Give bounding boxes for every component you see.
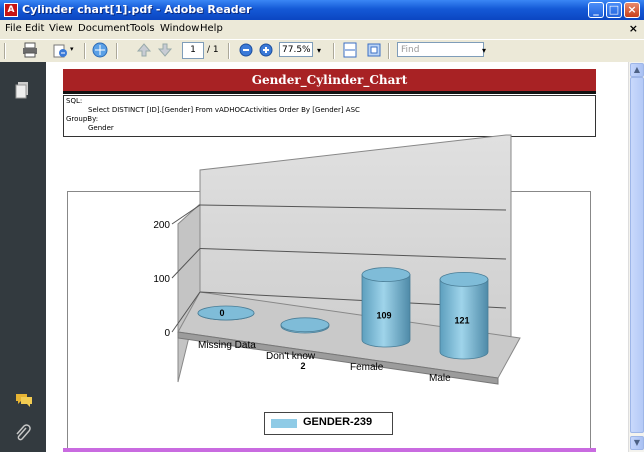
cylinder-top (361, 267, 411, 283)
vertical-scrollbar[interactable]: ▲ ▼ (628, 62, 644, 452)
cylinder-chart: 0 100 200 0 Missing Data 2Don't know 109 Female… (153, 134, 521, 385)
email-dropdown-icon[interactable]: ▾ (70, 45, 74, 63)
print-icon[interactable] (22, 42, 38, 60)
menu-bar: File Edit View Document Tools Window Hel… (0, 20, 644, 39)
minimize-button[interactable]: _ (588, 2, 604, 18)
cylinder-top (439, 271, 489, 287)
y-tick-label: 200 (153, 220, 170, 231)
x-category-label: Male (429, 373, 451, 384)
find-input[interactable]: Find (397, 42, 484, 57)
attachment-icon[interactable] (15, 424, 31, 445)
data-label: 2 (300, 361, 305, 371)
zoom-in-icon[interactable] (258, 42, 274, 60)
window-titlebar: A Cylinder chart[1].pdf - Adobe Reader _… (0, 0, 644, 20)
scroll-down-button[interactable]: ▼ (630, 436, 644, 450)
toolbar-separator (4, 43, 6, 59)
cylinder-top (197, 305, 255, 321)
pages-icon[interactable] (15, 82, 31, 103)
scroll-thumb[interactable] (630, 77, 644, 433)
data-label: 0 (219, 308, 224, 318)
toolbar-separator (333, 43, 335, 59)
chart-side-wall (177, 202, 201, 383)
toolbar-separator (84, 43, 86, 59)
y-tick-label: 0 (164, 328, 170, 339)
document-view[interactable]: Gender_Cylinder_Chart SQL: Select DISTIN… (46, 62, 628, 452)
zoom-out-icon[interactable] (238, 42, 254, 60)
toolbar-separator (228, 43, 230, 59)
close-document-button[interactable]: × (629, 22, 638, 35)
email-icon[interactable] (52, 42, 68, 60)
zoom-level-field[interactable]: 77.5% (279, 42, 313, 57)
scroll-up-button[interactable]: ▲ (630, 63, 644, 77)
window-title: Cylinder chart[1].pdf - Adobe Reader (22, 3, 252, 16)
menu-document[interactable]: Document (78, 23, 130, 34)
fit-page-icon[interactable] (366, 42, 382, 60)
data-label: 121 (454, 315, 469, 325)
next-page-icon[interactable] (157, 42, 173, 60)
toolbar: ▾ 1 / 1 77.5% ▾ Find ▾ (0, 39, 644, 63)
legend-swatch (271, 419, 297, 428)
menu-file[interactable]: File (5, 23, 22, 34)
x-category-label: Female (350, 362, 384, 373)
zoom-dropdown-icon[interactable]: ▾ (313, 42, 325, 59)
adobe-reader-icon: A (4, 3, 18, 17)
toolbar-separator (116, 43, 118, 59)
maximize-button[interactable]: □ (606, 2, 622, 18)
page-total-label: / 1 (207, 45, 219, 55)
find-dropdown-icon[interactable]: ▾ (482, 42, 486, 59)
y-tick-label: 100 (153, 274, 170, 285)
search-documents-icon[interactable] (92, 42, 108, 60)
menu-view[interactable]: View (49, 23, 73, 34)
x-category-label: Missing Data (198, 340, 256, 351)
previous-page-icon[interactable] (136, 42, 152, 60)
menu-edit[interactable]: Edit (25, 23, 44, 34)
menu-tools[interactable]: Tools (130, 23, 155, 34)
chart-legend: GENDER-239 (264, 412, 393, 435)
menu-window[interactable]: Window (160, 23, 199, 34)
next-section-strip (63, 448, 596, 452)
menu-help[interactable]: Help (200, 23, 223, 34)
legend-label: GENDER-239 (303, 416, 373, 428)
navigation-panel (0, 62, 46, 452)
cylinder-top (280, 317, 330, 333)
toolbar-separator (388, 43, 390, 59)
comments-icon[interactable] (15, 392, 33, 411)
page-number-input[interactable]: 1 (182, 42, 204, 59)
data-label: 109 (376, 311, 391, 321)
x-category-label: Don't know (266, 351, 316, 362)
close-button[interactable]: × (624, 2, 640, 18)
fit-width-icon[interactable] (342, 42, 358, 60)
